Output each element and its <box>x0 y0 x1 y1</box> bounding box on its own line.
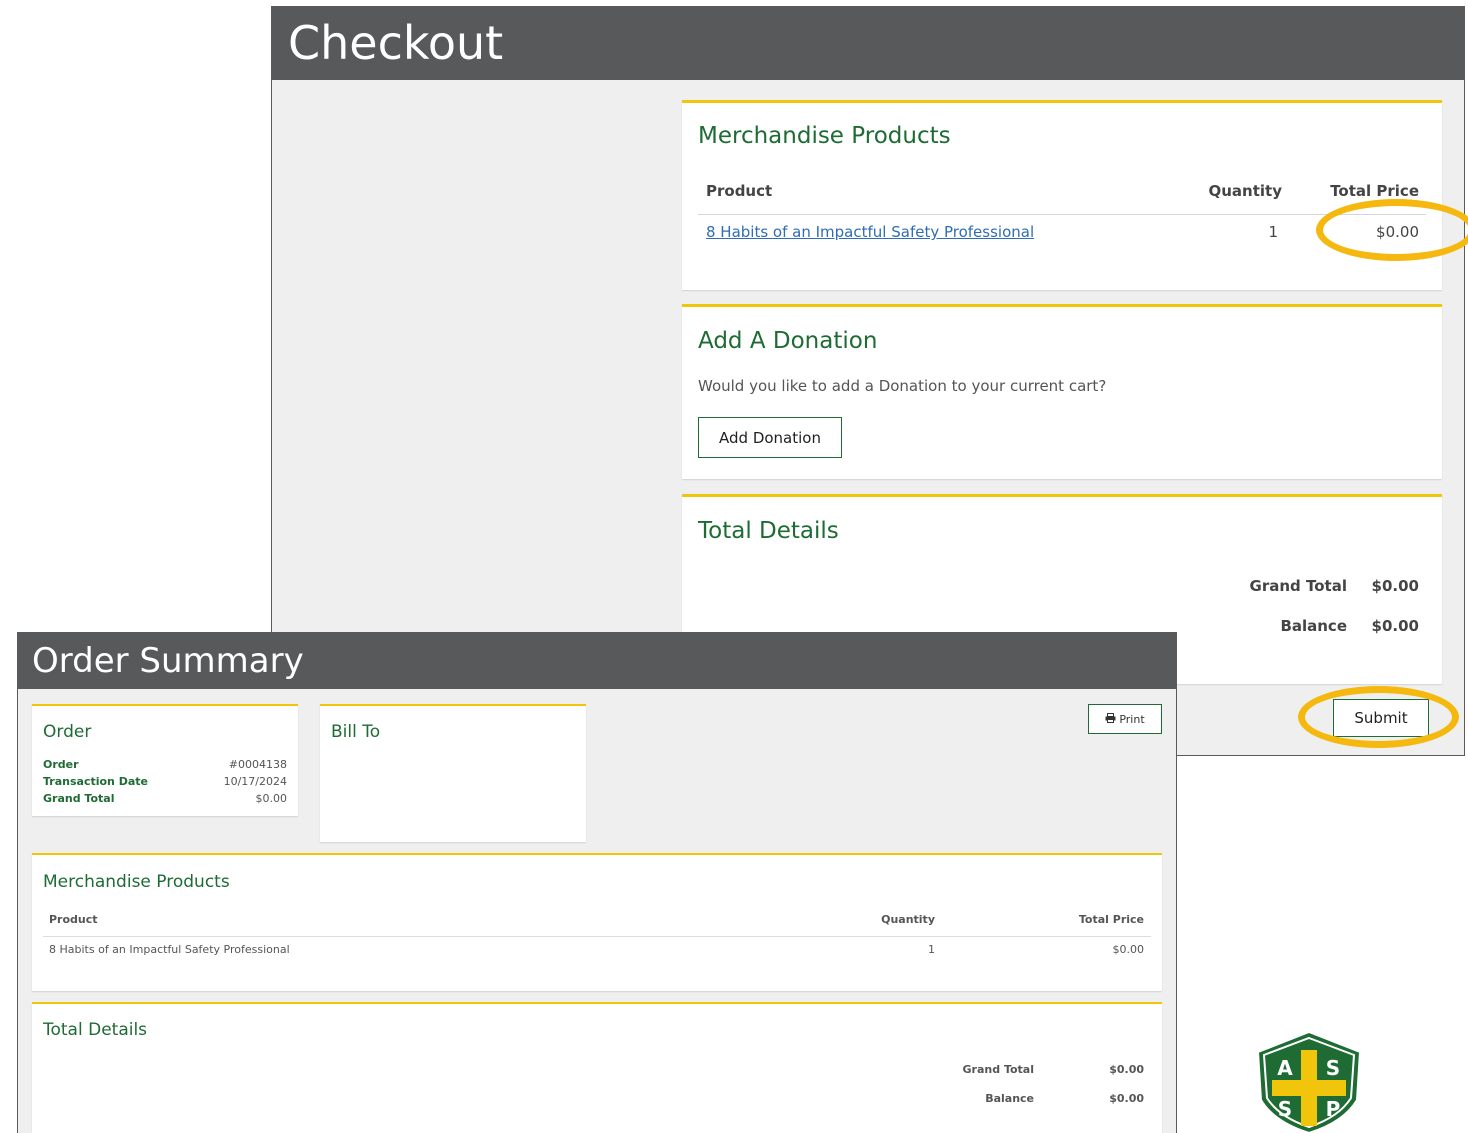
section-title: Add A Donation <box>698 328 878 354</box>
logo-letter-p: P <box>1326 1097 1341 1121</box>
section-title: Merchandise Products <box>43 872 230 892</box>
section-title: Total Details <box>698 518 839 544</box>
section-title: Merchandise Products <box>698 123 951 149</box>
order-summary-header: Order Summary <box>18 633 1176 689</box>
order-number-value: #0004138 <box>228 758 287 771</box>
column-header-total-price: Total Price <box>1078 913 1144 926</box>
column-header-product: Product <box>49 913 98 926</box>
product-total-price: $0.00 <box>1376 223 1419 241</box>
donation-prompt: Would you like to add a Donation to your… <box>698 377 1107 395</box>
page-title: Checkout <box>288 16 504 70</box>
order-card: Order Order #0004138 Transaction Date 10… <box>32 704 298 816</box>
grand-total-value: $0.00 <box>1371 577 1419 595</box>
bill-to-card: Bill To <box>320 704 586 842</box>
add-donation-card: Add A Donation Would you like to add a D… <box>682 304 1442 479</box>
bill-to-title: Bill To <box>331 722 381 742</box>
balance-label: Balance <box>985 1092 1034 1105</box>
product-quantity: 1 <box>1268 223 1278 241</box>
order-number-label: Order <box>43 758 79 771</box>
logo-letter-s2: S <box>1278 1097 1292 1121</box>
merchandise-products-card: Merchandise Products Product Quantity To… <box>682 100 1442 290</box>
product-total-price: $0.00 <box>1112 943 1145 956</box>
checkout-header: Checkout <box>272 7 1464 80</box>
column-header-product: Product <box>706 182 773 200</box>
section-title: Total Details <box>43 1020 148 1040</box>
balance-value: $0.00 <box>1109 1092 1144 1105</box>
assp-logo: A S S P <box>1254 1030 1364 1133</box>
grand-total-value: $0.00 <box>1109 1063 1144 1076</box>
add-donation-button[interactable]: Add Donation <box>698 417 842 458</box>
transaction-date-value: 10/17/2024 <box>223 775 287 788</box>
balance-label: Balance <box>1280 617 1347 635</box>
logo-letter-s1: S <box>1326 1056 1340 1080</box>
print-label: Print <box>1119 712 1145 726</box>
order-total-details-card: Total Details Grand Total $0.00 Balance … <box>32 1002 1162 1133</box>
grand-total-label: Grand Total <box>1249 577 1347 595</box>
order-merchandise-card: Merchandise Products Product Quantity To… <box>32 853 1162 991</box>
balance-value: $0.00 <box>1371 617 1419 635</box>
product-name: 8 Habits of an Impactful Safety Professi… <box>49 943 290 956</box>
column-header-quantity: Quantity <box>1208 182 1283 200</box>
print-button[interactable]: Print <box>1088 704 1162 734</box>
order-summary-title: Order Summary <box>32 641 304 681</box>
transaction-date-label: Transaction Date <box>43 775 148 788</box>
order-summary-panel: Order Summary Order Order #0004138 Trans… <box>17 632 1177 1133</box>
order-grand-total-value: $0.00 <box>255 792 288 805</box>
logo-letter-a: A <box>1277 1056 1293 1080</box>
table-divider <box>43 936 1151 937</box>
order-card-title: Order <box>43 722 92 742</box>
order-grand-total-label: Grand Total <box>43 792 115 805</box>
printer-icon <box>1105 712 1116 726</box>
submit-button[interactable]: Submit <box>1333 699 1429 737</box>
column-header-quantity: Quantity <box>881 913 935 926</box>
product-quantity: 1 <box>928 943 935 956</box>
column-header-total-price: Total Price <box>1330 182 1419 200</box>
table-divider <box>698 214 1426 215</box>
grand-total-label: Grand Total <box>962 1063 1034 1076</box>
product-link[interactable]: 8 Habits of an Impactful Safety Professi… <box>706 223 1034 241</box>
